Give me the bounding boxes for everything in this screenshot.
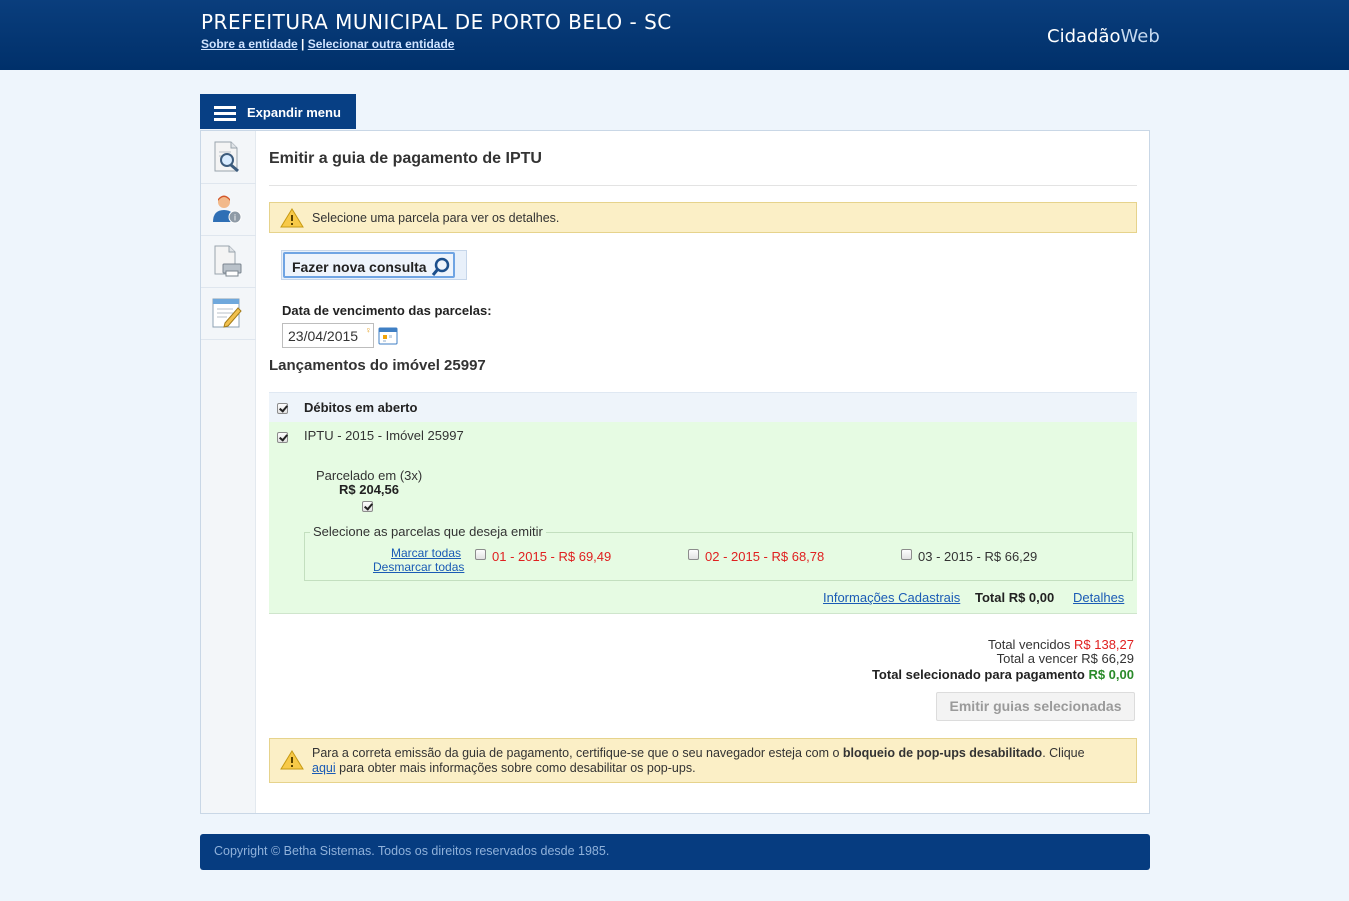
- details-link[interactable]: Detalhes: [1073, 590, 1124, 605]
- installment-label: 01 - 2015 - R$ 69,49: [492, 549, 612, 564]
- warning-icon: [280, 208, 304, 228]
- popup-warning: Para a correta emissão da guia de pagame…: [269, 738, 1137, 783]
- total-selected: Total selecionado para pagamento R$ 0,00: [872, 667, 1134, 682]
- warning-icon: [280, 750, 304, 770]
- emit-selected-button[interactable]: Emitir guias selecionadas: [936, 692, 1135, 721]
- section-title: Lançamentos do imóvel 25997: [269, 357, 486, 374]
- popup-warning-text: Para a correta emissão da guia de pagame…: [312, 746, 1122, 776]
- content-panel: i Emitir a guia de pagamento de IPTU Sel…: [200, 130, 1150, 814]
- installment-checkbox[interactable]: [688, 549, 699, 560]
- parcel-checkbox[interactable]: [362, 501, 373, 512]
- print-document-icon: [214, 245, 242, 277]
- user-info-icon: i: [213, 195, 242, 224]
- side-item-consulta[interactable]: [201, 131, 256, 184]
- total-selected-value: R$ 0,00: [1088, 667, 1134, 682]
- row-total: Total R$ 0,00: [975, 590, 1055, 605]
- expand-menu-button[interactable]: Expandir menu: [200, 94, 356, 129]
- new-query-label: Fazer nova consulta: [292, 259, 427, 275]
- side-item-imprimir[interactable]: [201, 235, 256, 288]
- new-query-button[interactable]: Fazer nova consulta: [283, 252, 455, 278]
- cidadao-web-logo[interactable]: CidadãoWeb: [1047, 26, 1160, 47]
- side-item-formulario[interactable]: [201, 287, 256, 340]
- table-row: IPTU - 2015 - Imóvel 25997 Parcelado em …: [269, 422, 1137, 614]
- installment-label: 02 - 2015 - R$ 68,78: [705, 549, 825, 564]
- installment-checkbox[interactable]: [901, 549, 912, 560]
- popup-text-1: Para a correta emissão da guia de pagame…: [312, 746, 843, 760]
- due-date-input[interactable]: 23/04/2015 ♀: [282, 323, 374, 348]
- side-item-contribuinte[interactable]: i: [201, 183, 256, 236]
- expand-menu-label: Expandir menu: [247, 105, 341, 120]
- installment-checkbox[interactable]: [475, 549, 486, 560]
- parcel-label: Parcelado em (3x): [316, 468, 423, 483]
- page-title: Emitir a guia de pagamento de IPTU: [269, 150, 542, 167]
- due-date-value: 23/04/2015: [288, 328, 359, 344]
- search-document-icon: [214, 141, 239, 173]
- parcel-value: R$ 204,56: [339, 482, 399, 497]
- title-divider: [269, 185, 1137, 186]
- popup-help-link[interactable]: aqui: [312, 761, 336, 775]
- grid-header-label: Débitos em aberto: [304, 400, 418, 415]
- popup-text-3: para obter mais informações sobre como d…: [335, 761, 696, 775]
- new-query-area: Fazer nova consulta: [281, 250, 467, 280]
- total-due: Total a vencer R$ 66,29: [997, 651, 1134, 666]
- svg-text:i: i: [234, 213, 236, 223]
- popup-text-bold: bloqueio de pop-ups desabilitado: [842, 746, 1043, 760]
- cadastral-info-link[interactable]: Informações Cadastrais: [823, 590, 960, 605]
- row-checkbox[interactable]: [277, 432, 288, 443]
- row-title: IPTU - 2015 - Imóvel 25997: [304, 428, 464, 443]
- required-marker-icon: ♀: [365, 325, 372, 335]
- copyright-text: Copyright © Betha Sistemas. Todos os dir…: [214, 844, 610, 858]
- footer: Copyright © Betha Sistemas. Todos os dir…: [200, 834, 1150, 870]
- about-entity-link[interactable]: Sobre a entidade: [201, 37, 298, 51]
- mark-all-link[interactable]: Marcar todas: [391, 546, 461, 560]
- installments-fieldset: Selecione as parcelas que deseja emitir …: [304, 524, 1133, 581]
- entity-title: PREFEITURA MUNICIPAL DE PORTO BELO - SC: [201, 10, 672, 34]
- side-menu: i: [201, 131, 256, 813]
- installments-legend: Selecione as parcelas que deseja emitir: [310, 524, 546, 539]
- grid-header: Débitos em aberto: [269, 392, 1137, 423]
- alert-text: Selecione uma parcela para ver os detalh…: [312, 211, 560, 225]
- total-overdue-value: R$ 138,27: [1074, 637, 1134, 652]
- total-overdue: Total vencidos R$ 138,27: [988, 637, 1134, 652]
- select-parcel-alert: Selecione uma parcela para ver os detalh…: [269, 202, 1137, 233]
- installment-label: 03 - 2015 - R$ 66,29: [918, 549, 1038, 564]
- calendar-icon[interactable]: [378, 326, 398, 345]
- hamburger-icon: [214, 106, 236, 121]
- entity-links: Sobre a entidade | Selecionar outra enti…: [201, 37, 454, 51]
- unmark-all-link[interactable]: Desmarcar todas: [373, 560, 464, 574]
- edit-form-icon: [212, 298, 242, 328]
- link-separator: |: [301, 37, 305, 51]
- brand-part-2: Web: [1120, 26, 1160, 47]
- total-overdue-label: Total vencidos: [987, 637, 1071, 652]
- total-due-label: Total a vencer: [996, 651, 1078, 666]
- total-selected-label: Total selecionado para pagamento: [871, 667, 1085, 682]
- select-all-checkbox[interactable]: [277, 403, 288, 414]
- popup-text-2: . Clique: [1042, 746, 1085, 760]
- total-due-value: R$ 66,29: [1081, 651, 1134, 666]
- search-icon: [431, 257, 450, 276]
- due-date-label: Data de vencimento das parcelas:: [282, 303, 492, 318]
- brand-part-1: Cidadão: [1047, 26, 1121, 47]
- select-entity-link[interactable]: Selecionar outra entidade: [308, 37, 455, 51]
- top-header: PREFEITURA MUNICIPAL DE PORTO BELO - SC …: [0, 0, 1349, 70]
